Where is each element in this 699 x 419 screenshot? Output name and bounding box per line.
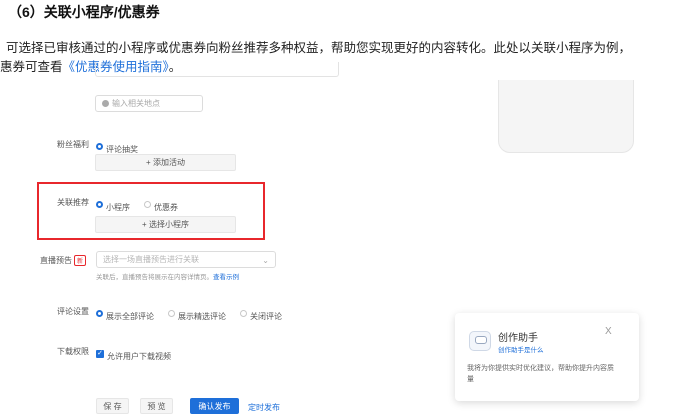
option-close-comments-label: 关闭评论 bbox=[250, 312, 282, 321]
select-mini-program-button[interactable]: + 选择小程序 bbox=[95, 216, 236, 233]
assistant-what-is-link[interactable]: 创作助手是什么 bbox=[498, 344, 544, 354]
radio-selected-icon[interactable] bbox=[96, 201, 103, 209]
assistant-title: 创作助手 bbox=[498, 333, 538, 344]
option-show-all-label: 展示全部评论 bbox=[106, 312, 154, 321]
preview-button[interactable]: 预 览 bbox=[140, 398, 173, 414]
close-icon[interactable]: X bbox=[605, 326, 612, 337]
location-placeholder: 输入相关地点 bbox=[112, 99, 160, 108]
live-preview-placeholder: 选择一场直播预告进行关联 bbox=[103, 255, 199, 264]
live-preview-label: 直播预告 bbox=[40, 256, 72, 265]
option-mini-program[interactable]: 小程序 bbox=[96, 197, 144, 214]
save-button[interactable]: 保 存 bbox=[96, 398, 129, 414]
add-activity-button[interactable]: + 添加活动 bbox=[95, 154, 236, 171]
live-preview-hint: 关联后，直播预告将展示在内容详情页。查看示例 bbox=[96, 271, 239, 281]
location-pin-icon bbox=[102, 100, 109, 107]
radio-unselected-icon[interactable] bbox=[144, 201, 151, 209]
description-prefix: 惠券可查看 bbox=[0, 60, 63, 74]
related-recommend-label: 关联推荐 bbox=[57, 198, 89, 207]
phone-preview bbox=[498, 80, 634, 153]
option-close-comments[interactable]: 关闭评论 bbox=[240, 306, 296, 323]
option-show-featured-comments[interactable]: 展示精选评论 bbox=[168, 306, 240, 323]
radio-unselected-icon[interactable] bbox=[168, 310, 175, 318]
live-preview-hint-text: 关联后，直播预告将展示在内容详情页。 bbox=[96, 274, 213, 281]
checkbox-checked-icon[interactable]: ✓ bbox=[96, 349, 104, 358]
allow-download-checkbox[interactable]: ✓ 允许用户下载视频 bbox=[96, 346, 185, 364]
chevron-down-icon: ⌄ bbox=[262, 256, 269, 265]
download-permission-label: 下载权限 bbox=[57, 347, 89, 356]
fan-benefit-label: 粉丝福利 bbox=[57, 140, 89, 149]
live-preview-select[interactable]: 选择一场直播预告进行关联 ⌄ bbox=[96, 251, 276, 268]
new-badge: 新 bbox=[74, 255, 87, 267]
assistant-icon bbox=[469, 331, 491, 351]
allow-download-label: 允许用户下载视频 bbox=[107, 352, 171, 361]
radio-unselected-icon[interactable] bbox=[240, 310, 247, 318]
publish-button[interactable]: 确认发布 bbox=[190, 398, 239, 414]
option-show-featured-label: 展示精选评论 bbox=[178, 312, 226, 321]
schedule-publish-link[interactable]: 定时发布 bbox=[248, 402, 280, 413]
description-line-1: 可选择已审核通过的小程序或优惠券向粉丝推荐多种权益，帮助您实现更好的内容转化。此… bbox=[6, 41, 632, 55]
cropped-input-field[interactable] bbox=[95, 62, 339, 77]
option-coupon-label: 优惠券 bbox=[154, 203, 178, 212]
comment-settings-label: 评论设置 bbox=[57, 307, 89, 316]
comment-settings-options: 展示全部评论 展示精选评论 关闭评论 bbox=[96, 306, 296, 324]
section-heading: （6）关联小程序/优惠券 bbox=[8, 4, 160, 20]
related-recommend-options: 小程序 优惠券 bbox=[96, 197, 192, 215]
option-coupon[interactable]: 优惠券 bbox=[144, 197, 192, 214]
radio-selected-icon[interactable] bbox=[96, 310, 103, 318]
view-example-link[interactable]: 查看示例 bbox=[213, 274, 239, 281]
assistant-body: 我将为你提供实时优化建议，帮助你提升内容质量 bbox=[467, 365, 614, 383]
radio-selected-icon[interactable] bbox=[96, 143, 103, 151]
creation-assistant-card: 创作助手 创作助手是什么 X 我将为你提供实时优化建议，帮助你提升内容质量 bbox=[455, 313, 639, 401]
live-preview-label-group: 直播预告新 bbox=[40, 255, 87, 267]
option-show-all-comments[interactable]: 展示全部评论 bbox=[96, 306, 168, 323]
option-mini-program-label: 小程序 bbox=[106, 203, 130, 212]
location-input[interactable]: 输入相关地点 bbox=[95, 95, 203, 112]
